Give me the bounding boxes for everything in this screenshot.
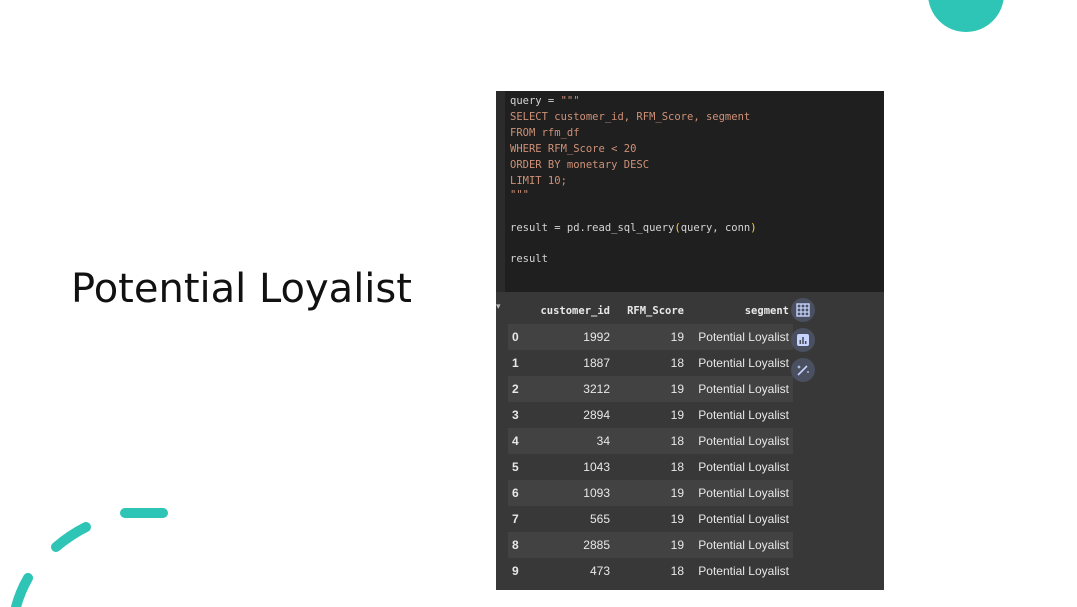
column-header: RFM_Score (627, 305, 684, 317)
cell-customer-id: 1093 (534, 480, 614, 506)
row-index: 5 (508, 454, 534, 480)
table-row: 0 1992 19 Potential Loyalist (508, 324, 793, 350)
code-cell[interactable]: query = """ SELECT customer_id, RFM_Scor… (496, 91, 884, 292)
row-index: 1 (508, 350, 534, 376)
cell-customer-id: 1992 (534, 324, 614, 350)
cell-segment: Potential Loyalist (688, 428, 793, 454)
table-row: 5 1043 18 Potential Loyalist (508, 454, 793, 480)
cell-segment: Potential Loyalist (688, 454, 793, 480)
notebook-screenshot: query = """ SELECT customer_id, RFM_Scor… (496, 91, 884, 590)
code-line: result = pd.read_sql_query(query, conn) (510, 222, 757, 234)
cell-customer-id: 565 (534, 506, 614, 532)
cell-rfm-score: 19 (614, 532, 688, 558)
cell-customer-id: 473 (534, 558, 614, 584)
cell-segment: Potential Loyalist (688, 480, 793, 506)
row-index: 6 (508, 480, 534, 506)
cell-rfm-score: 19 (614, 506, 688, 532)
cell-rfm-score: 19 (614, 402, 688, 428)
code-line: SELECT customer_id, RFM_Score, segment (510, 111, 751, 123)
cell-customer-id: 1887 (534, 350, 614, 376)
row-index: 4 (508, 428, 534, 454)
cell-rfm-score: 19 (614, 376, 688, 402)
cell-rfm-score: 18 (614, 350, 688, 376)
column-header: customer_id (540, 305, 610, 317)
column-header: segment (744, 305, 789, 317)
chart-icon[interactable] (791, 328, 815, 352)
table-row: 7 565 19 Potential Loyalist (508, 506, 793, 532)
cell-segment: Potential Loyalist (688, 532, 793, 558)
dataframe-table: customer_id RFM_Score segment 0 1992 19 Pot… (508, 298, 793, 584)
cell-customer-id: 2885 (534, 532, 614, 558)
code-line: LIMIT 10; (510, 175, 567, 187)
table-row: 3 2894 19 Potential Loyalist (508, 402, 793, 428)
cell-segment: Potential Loyalist (688, 558, 793, 584)
output-marker-icon: ▾ (496, 302, 501, 312)
table-row: 1 1887 18 Potential Loyalist (508, 350, 793, 376)
cell-segment: Potential Loyalist (688, 376, 793, 402)
cell-segment: Potential Loyalist (688, 324, 793, 350)
row-index: 8 (508, 532, 534, 558)
index-header (508, 298, 534, 324)
code-cell-gutter (496, 91, 505, 292)
table-row: 9 473 18 Potential Loyalist (508, 558, 793, 584)
cell-rfm-score: 18 (614, 558, 688, 584)
magic-wand-icon[interactable] (791, 358, 815, 382)
cell-customer-id: 1043 (534, 454, 614, 480)
cell-segment: Potential Loyalist (688, 402, 793, 428)
cell-rfm-score: 19 (614, 480, 688, 506)
code-line: FROM rfm_df (510, 127, 580, 139)
code-line: """ (510, 189, 529, 201)
code-line: query = """ (510, 95, 580, 107)
cell-customer-id: 34 (534, 428, 614, 454)
cell-rfm-score: 19 (614, 324, 688, 350)
row-index: 9 (508, 558, 534, 584)
cell-customer-id: 3212 (534, 376, 614, 402)
code-line: WHERE RFM_Score < 20 (510, 143, 637, 155)
decorative-dashes (11, 508, 168, 607)
row-index: 0 (508, 324, 534, 350)
row-index: 7 (508, 506, 534, 532)
cell-segment: Potential Loyalist (688, 350, 793, 376)
table-row: 6 1093 19 Potential Loyalist (508, 480, 793, 506)
table-row: 8 2885 19 Potential Loyalist (508, 532, 793, 558)
cell-rfm-score: 18 (614, 428, 688, 454)
table-icon[interactable] (791, 298, 815, 322)
decorative-circle (928, 0, 1004, 32)
cell-customer-id: 2894 (534, 402, 614, 428)
table-row: 2 3212 19 Potential Loyalist (508, 376, 793, 402)
cell-segment: Potential Loyalist (688, 506, 793, 532)
table-row: 4 34 18 Potential Loyalist (508, 428, 793, 454)
cell-rfm-score: 18 (614, 454, 688, 480)
cell-output: ▾ customer_id RFM_Score segment 0 1992 19 P… (496, 292, 884, 590)
code-line: result (510, 253, 548, 265)
row-index: 3 (508, 402, 534, 428)
code-line: ORDER BY monetary DESC (510, 159, 650, 171)
slide-title: Potential Loyalist (71, 266, 412, 312)
row-index: 2 (508, 376, 534, 402)
